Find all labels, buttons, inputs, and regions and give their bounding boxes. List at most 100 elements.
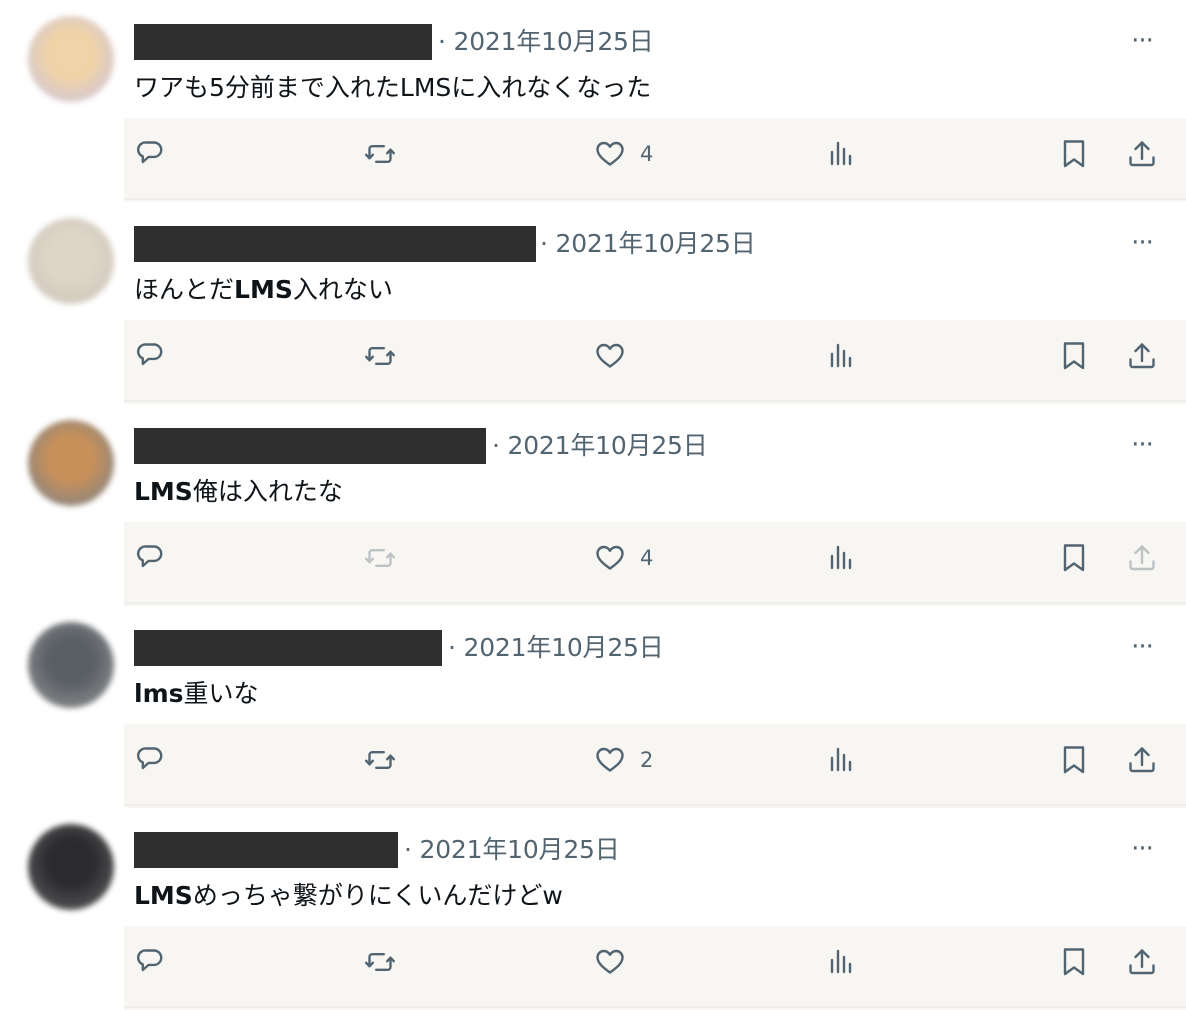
reply-icon: [136, 343, 163, 366]
tweet: · 2021年10月25日 ··· LMSめっちゃ繋がりにくいんだけどw: [0, 808, 1186, 1010]
views-button[interactable]: [826, 944, 858, 980]
tweet-date[interactable]: · 2021年10月25日: [540, 226, 756, 262]
retweet-button[interactable]: [364, 944, 396, 980]
avatar[interactable]: [28, 218, 114, 304]
retweet-button[interactable]: [364, 742, 396, 778]
action-bar-background: [0, 320, 1186, 404]
like-icon: [596, 949, 624, 974]
share-button[interactable]: [1126, 338, 1158, 374]
divider: [124, 1006, 1186, 1008]
highlighted-keyword: LMS: [234, 275, 293, 304]
share-button[interactable]: [1126, 742, 1158, 778]
tweet-date[interactable]: · 2021年10月25日: [492, 428, 708, 464]
redacted-username[interactable]: [134, 630, 442, 666]
share-icon: [1129, 747, 1155, 773]
share-button[interactable]: [1126, 136, 1158, 172]
views-icon: [830, 343, 852, 368]
like-button[interactable]: 4: [594, 540, 653, 576]
retweet-icon: [365, 953, 395, 971]
reply-button[interactable]: [134, 742, 166, 778]
bookmark-button[interactable]: [1058, 944, 1090, 980]
avatar-column: [0, 320, 124, 404]
text-segment: 重いな: [183, 679, 259, 708]
bookmark-icon: [1063, 544, 1085, 572]
highlighted-keyword: LMS: [134, 477, 193, 506]
bookmark-button[interactable]: [1058, 136, 1090, 172]
views-button[interactable]: [826, 136, 858, 172]
redacted-username[interactable]: [134, 24, 432, 60]
action-bar-background: [0, 724, 1186, 808]
share-icon: [1129, 949, 1155, 975]
more-options-icon[interactable]: ···: [1126, 226, 1158, 260]
retweet-button[interactable]: [364, 338, 396, 374]
avatar[interactable]: [28, 16, 114, 102]
avatar[interactable]: [28, 824, 114, 910]
retweet-button[interactable]: [364, 136, 396, 172]
tweet-date[interactable]: · 2021年10月25日: [438, 24, 654, 60]
action-bar-background: [0, 926, 1186, 1010]
avatar-column: [0, 926, 124, 1010]
more-options-icon[interactable]: ···: [1126, 630, 1158, 664]
like-button[interactable]: 2: [594, 742, 653, 778]
bookmark-icon: [1063, 746, 1085, 774]
redacted-username[interactable]: [134, 428, 486, 464]
views-icon: [830, 545, 852, 570]
reply-icon: [136, 949, 163, 972]
more-options-icon[interactable]: ···: [1126, 428, 1158, 462]
share-button[interactable]: [1126, 540, 1158, 576]
text-segment: 入れない: [292, 275, 393, 304]
share-button[interactable]: [1126, 944, 1158, 980]
tweet-text: LMSめっちゃ繋がりにくいんだけどw: [134, 878, 563, 914]
text-segment: ほんとだ: [134, 275, 235, 304]
bookmark-button[interactable]: [1058, 338, 1090, 374]
avatar-column: [0, 522, 124, 606]
tweet: · 2021年10月25日 ··· ほんとだLMS入れない: [0, 202, 1186, 404]
more-options-icon[interactable]: ···: [1126, 24, 1158, 58]
share-icon: [1129, 343, 1155, 369]
tweet-text: LMS俺は入れたな: [134, 474, 343, 510]
like-count: 4: [640, 546, 654, 570]
more-options-icon[interactable]: ···: [1126, 832, 1158, 866]
retweet-icon: [365, 145, 395, 163]
retweet-icon: [365, 751, 395, 769]
avatar[interactable]: [28, 622, 114, 708]
reply-button[interactable]: [134, 136, 166, 172]
like-button[interactable]: 4: [594, 136, 653, 172]
retweet-button[interactable]: [364, 540, 396, 576]
reply-feed: · 2021年10月25日 ··· ワアも5分前まで入れたLMSに入れなくなった 4 ·…: [0, 0, 1186, 1010]
reply-icon: [136, 141, 163, 164]
highlighted-keyword: lms: [134, 679, 184, 708]
like-icon: [596, 747, 624, 772]
avatar-column: [0, 118, 124, 202]
views-icon: [830, 141, 852, 166]
share-icon: [1129, 545, 1155, 571]
bookmark-icon: [1063, 140, 1085, 168]
tweet: · 2021年10月25日 ··· lms重いな 2: [0, 606, 1186, 808]
views-button[interactable]: [826, 742, 858, 778]
reply-button[interactable]: [134, 338, 166, 374]
views-button[interactable]: [826, 540, 858, 576]
tweet-date[interactable]: · 2021年10月25日: [404, 832, 620, 868]
reply-button[interactable]: [134, 944, 166, 980]
redacted-username[interactable]: [134, 226, 536, 262]
divider: [124, 400, 1186, 402]
views-button[interactable]: [826, 338, 858, 374]
reply-button[interactable]: [134, 540, 166, 576]
like-count: 2: [640, 748, 654, 772]
like-icon: [596, 545, 624, 570]
bookmark-button[interactable]: [1058, 742, 1090, 778]
tweet-text: ほんとだLMS入れない: [134, 272, 393, 308]
bookmark-icon: [1063, 948, 1085, 976]
like-icon: [596, 343, 624, 368]
redacted-username[interactable]: [134, 832, 398, 868]
like-button[interactable]: [594, 944, 640, 980]
like-button[interactable]: [594, 338, 640, 374]
tweet-date[interactable]: · 2021年10月25日: [448, 630, 664, 666]
avatar[interactable]: [28, 420, 114, 506]
tweet: · 2021年10月25日 ··· ワアも5分前まで入れたLMSに入れなくなった 4: [0, 0, 1186, 202]
tweet-text: ワアも5分前まで入れたLMSに入れなくなった: [134, 70, 651, 106]
bookmark-button[interactable]: [1058, 540, 1090, 576]
highlighted-keyword: LMS: [134, 881, 193, 910]
like-count: 4: [640, 142, 654, 166]
reply-icon: [136, 545, 163, 568]
